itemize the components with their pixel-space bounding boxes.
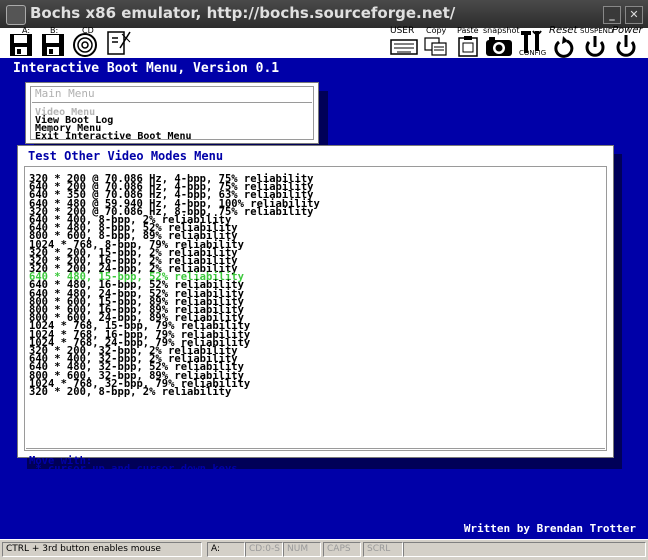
video-menu-title: Test Other Video Modes Menu [28, 149, 224, 163]
main-menu-title: Main Menu [35, 87, 95, 100]
help-line: Press the escape key to close [29, 487, 213, 500]
boot-icon [107, 31, 131, 55]
help-text: Move with: * cursor up and cursor down k… [29, 456, 244, 500]
floppy-a-button[interactable]: A: [8, 26, 36, 58]
video-mode-item[interactable]: 320 * 200, 8-bpp, 2% reliability [29, 387, 320, 398]
floppy-b-button[interactable]: B: [40, 26, 68, 58]
status-num-lock: NUM [283, 542, 321, 557]
config-button[interactable]: CONFIG [518, 28, 548, 58]
status-message: CTRL + 3rd button enables mouse [2, 542, 202, 557]
video-mode-list: 320 * 200 @ 70.086 Hz, 4-bpp, 75% reliab… [29, 174, 320, 398]
main-menu-item[interactable]: Exit Interactive Boot Menu [35, 132, 192, 142]
status-spacer [403, 542, 646, 557]
main-menu-divider [32, 102, 312, 103]
boot-menu-title: Interactive Boot Menu, Version 0.1 [13, 61, 280, 76]
reset-button[interactable]: Reset [549, 25, 581, 58]
main-menu-list: Video Menu View Boot Log Memory Menu Exit I… [35, 108, 192, 142]
toolbar: A: B: CD USER Copy Paste snapshot CONFIG… [0, 25, 648, 58]
window-titlebar[interactable]: Bochs x86 emulator, http://bochs.sourcef… [0, 0, 648, 28]
copy-button[interactable]: Copy [422, 26, 450, 58]
boot-button[interactable] [104, 28, 134, 58]
window-title: Bochs x86 emulator, http://bochs.sourcef… [30, 4, 456, 22]
author-credit: Written by Brendan Trotter [463, 522, 636, 535]
minimize-button[interactable]: _ [603, 6, 621, 24]
status-scroll-lock: SCRL [363, 542, 403, 557]
power-button[interactable]: Power [612, 25, 646, 58]
video-modes-window: Test Other Video Modes Menu 320 * 200 @ … [17, 145, 614, 499]
close-button[interactable]: ✕ [625, 6, 643, 24]
video-menu-divider [26, 448, 605, 449]
cdrom-button[interactable]: CD [72, 26, 100, 58]
status-cdrom: CD:0-S [245, 542, 283, 557]
statusbar: CTRL + 3rd button enables mouse A: CD:0-… [0, 539, 648, 560]
main-menu-window: Main Menu Video Menu View Boot Log Memory … [25, 82, 319, 144]
user-button[interactable]: USER [389, 26, 421, 58]
guest-screen[interactable]: Interactive Boot Menu, Version 0.1 Main … [0, 58, 648, 539]
status-caps-lock: CAPS [323, 542, 361, 557]
app-icon[interactable] [6, 5, 26, 25]
status-floppy-a: A: [207, 542, 245, 557]
paste-button[interactable]: Paste [455, 26, 483, 58]
suspend-button[interactable]: SUSPEND [580, 27, 613, 58]
snapshot-button[interactable]: snapshot [483, 26, 520, 58]
